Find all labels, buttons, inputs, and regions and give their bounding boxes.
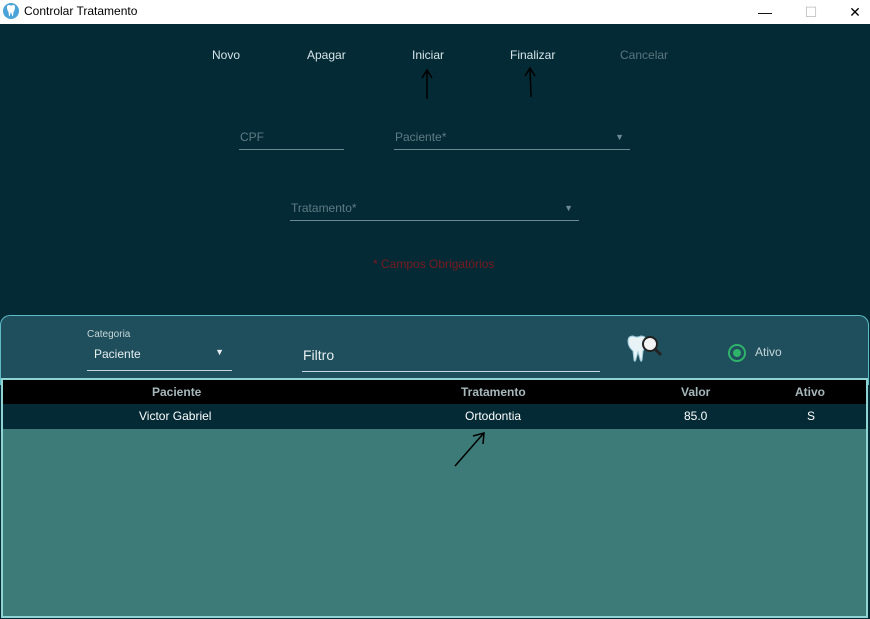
table-row[interactable]: Victor Gabriel Ortodontia 85.0 S: [3, 404, 866, 429]
minimize-button[interactable]: —: [742, 0, 788, 24]
annotation-arrow-finalizar: [524, 66, 536, 98]
filter-input[interactable]: Filtro: [302, 342, 600, 372]
window-title: Controlar Tratamento: [24, 4, 138, 18]
cell-valor: 85.0: [684, 409, 708, 423]
close-button[interactable]: ✕: [832, 0, 870, 24]
novo-button[interactable]: Novo: [212, 48, 240, 62]
annotation-arrow-iniciar: [421, 68, 433, 99]
title-bar: Controlar Tratamento — ☐ ✕: [0, 0, 870, 24]
filter-placeholder: Filtro: [303, 347, 335, 363]
main-area: Novo Apagar Iniciar Finalizar Cancelar C…: [0, 24, 870, 619]
tooth-app-icon: [3, 3, 19, 19]
chevron-down-icon: ▼: [215, 347, 224, 357]
app-window: Controlar Tratamento — ☐ ✕ Novo Apagar I…: [0, 0, 870, 619]
tratamento-select[interactable]: Tratamento* ▼: [290, 197, 579, 221]
table-header: Paciente Tratamento Valor Ativo: [3, 380, 866, 404]
chevron-down-icon: ▼: [615, 132, 624, 142]
required-fields-note: * Campos Obrigatórios: [373, 257, 495, 271]
category-label: Categoria: [87, 329, 131, 340]
maximize-button[interactable]: ☐: [788, 0, 834, 24]
chevron-down-icon: ▼: [564, 203, 573, 213]
tratamento-placeholder: Tratamento*: [291, 201, 357, 215]
cell-ativo: S: [807, 409, 816, 423]
cpf-placeholder: CPF: [240, 130, 264, 144]
category-value: Paciente: [94, 347, 141, 361]
category-select[interactable]: Paciente ▼: [87, 344, 232, 371]
filter-panel: Categoria Paciente ▼ Filtro Ativo: [0, 315, 869, 385]
paciente-select[interactable]: Paciente* ▼: [394, 126, 630, 150]
iniciar-button[interactable]: Iniciar: [412, 48, 444, 62]
column-header-paciente[interactable]: Paciente: [152, 385, 201, 399]
column-header-valor[interactable]: Valor: [681, 385, 710, 399]
finalizar-button[interactable]: Finalizar: [510, 48, 555, 62]
paciente-placeholder: Paciente*: [395, 130, 447, 144]
tooth-search-icon[interactable]: [626, 333, 664, 365]
cell-paciente: Victor Gabriel: [139, 409, 212, 423]
cpf-field[interactable]: CPF: [239, 126, 344, 150]
cancelar-button[interactable]: Cancelar: [620, 48, 668, 62]
ativo-radio[interactable]: [728, 344, 746, 362]
treatments-table: Paciente Tratamento Valor Ativo Victor G…: [1, 378, 868, 618]
column-header-ativo[interactable]: Ativo: [795, 385, 825, 399]
cell-tratamento: Ortodontia: [465, 409, 522, 423]
annotation-arrow-row: [454, 431, 485, 467]
column-header-tratamento[interactable]: Tratamento: [461, 385, 526, 399]
apagar-button[interactable]: Apagar: [307, 48, 346, 62]
ativo-label: Ativo: [755, 345, 782, 359]
